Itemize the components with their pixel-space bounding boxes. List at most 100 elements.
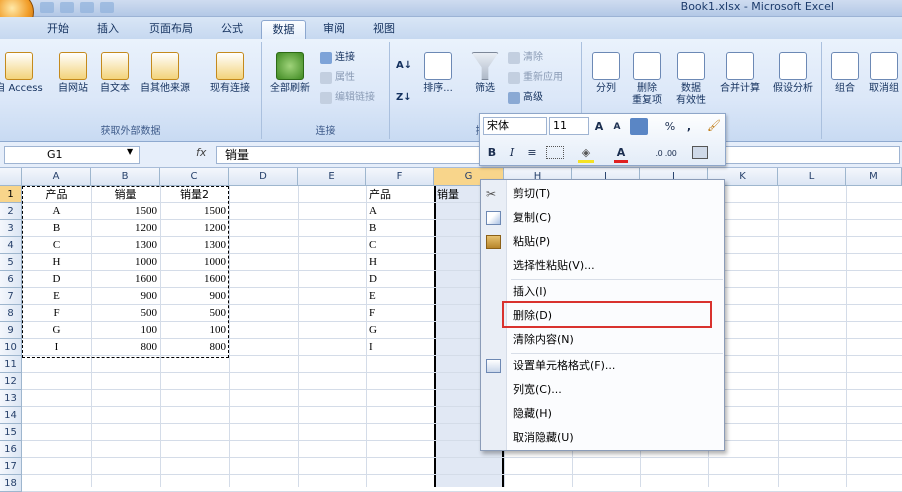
clear-filter-button[interactable]: 清除 bbox=[508, 50, 543, 66]
row-header[interactable]: 3 bbox=[0, 220, 22, 237]
advanced-button[interactable]: 高级 bbox=[508, 90, 543, 106]
tab-formulas[interactable]: 公式 bbox=[212, 20, 252, 39]
tab-review[interactable]: 审阅 bbox=[314, 20, 354, 39]
fill-color-icon[interactable]: ◈ bbox=[578, 144, 594, 161]
row-header[interactable]: 10 bbox=[0, 339, 22, 356]
row-header[interactable]: 8 bbox=[0, 305, 22, 322]
cell[interactable]: A bbox=[366, 203, 434, 220]
row-header[interactable]: 5 bbox=[0, 254, 22, 271]
row-header[interactable]: 15 bbox=[0, 424, 22, 441]
menu-paste-special[interactable]: 选择性粘贴(V)... bbox=[481, 254, 724, 278]
cell[interactable]: G bbox=[366, 322, 434, 339]
connections-button[interactable]: 连接 bbox=[320, 50, 355, 66]
row-header[interactable]: 6 bbox=[0, 271, 22, 288]
cell[interactable]: H bbox=[366, 254, 434, 271]
remove-duplicates-button[interactable]: 删除 重复项 bbox=[626, 52, 668, 107]
row-header[interactable]: 4 bbox=[0, 237, 22, 254]
comma-button[interactable]: , bbox=[684, 118, 694, 135]
cell[interactable]: B bbox=[366, 220, 434, 237]
font-size-select[interactable]: 11 bbox=[549, 117, 589, 135]
col-header-m[interactable]: M bbox=[846, 168, 902, 186]
worksheet-grid[interactable]: A B C D E F G H I J K L M 1 2 3 4 5 6 7 8 9 10 11 1… bbox=[0, 168, 902, 492]
col-header-l[interactable]: L bbox=[778, 168, 846, 186]
tab-view[interactable]: 视图 bbox=[364, 20, 404, 39]
format-painter-icon[interactable]: 🖌 bbox=[706, 117, 722, 134]
chevron-down-icon[interactable]: ▼ bbox=[127, 147, 133, 156]
properties-button[interactable]: 属性 bbox=[320, 70, 355, 86]
cell[interactable]: C bbox=[366, 237, 434, 254]
existing-connections-button[interactable]: 现有连接 bbox=[203, 52, 257, 95]
consolidate-button[interactable]: 合并计算 bbox=[714, 52, 766, 95]
row-header[interactable]: 11 bbox=[0, 356, 22, 373]
row-header[interactable]: 18 bbox=[0, 475, 22, 492]
menu-column-width[interactable]: 列宽(C)... bbox=[481, 378, 724, 402]
save-icon[interactable] bbox=[40, 2, 54, 13]
menu-format-cells[interactable]: 设置单元格格式(F)... bbox=[481, 354, 724, 378]
cell[interactable]: I bbox=[366, 339, 434, 356]
menu-cut[interactable]: ✂ 剪切(T) bbox=[481, 182, 724, 206]
select-all-corner[interactable] bbox=[0, 168, 22, 186]
font-color-button[interactable]: A bbox=[614, 144, 628, 161]
bold-button[interactable]: B bbox=[485, 144, 499, 161]
sort-button[interactable]: 排序... bbox=[418, 52, 458, 95]
cell[interactable]: F bbox=[366, 305, 434, 322]
filter-button[interactable]: 筛选 bbox=[464, 52, 506, 95]
col-header-e[interactable]: E bbox=[298, 168, 366, 186]
align-center-button[interactable]: ≡ bbox=[525, 144, 539, 161]
italic-button[interactable]: I bbox=[506, 144, 518, 161]
menu-clear-contents[interactable]: 清除内容(N) bbox=[481, 328, 724, 352]
row-header[interactable]: 17 bbox=[0, 458, 22, 475]
tab-data[interactable]: 数据 bbox=[261, 20, 306, 39]
row-header[interactable]: 9 bbox=[0, 322, 22, 339]
cell[interactable]: D bbox=[366, 271, 434, 288]
border-icon[interactable] bbox=[546, 146, 564, 159]
fx-icon[interactable]: fx bbox=[196, 146, 206, 159]
row-header[interactable]: 14 bbox=[0, 407, 22, 424]
cell[interactable]: E bbox=[366, 288, 434, 305]
col-header-f[interactable]: F bbox=[366, 168, 434, 186]
col-header-c[interactable]: C bbox=[160, 168, 229, 186]
row-header[interactable]: 2 bbox=[0, 203, 22, 220]
menu-copy[interactable]: 复制(C) bbox=[481, 206, 724, 230]
sort-desc-icon[interactable]: Z↓ bbox=[396, 90, 412, 106]
row-header[interactable]: 1 bbox=[0, 186, 22, 203]
col-header-a[interactable]: A bbox=[22, 168, 91, 186]
menu-unhide[interactable]: 取消隐藏(U) bbox=[481, 426, 724, 450]
tab-page-layout[interactable]: 页面布局 bbox=[140, 20, 202, 39]
grow-font-button[interactable]: A bbox=[592, 118, 606, 135]
row-header[interactable]: 13 bbox=[0, 390, 22, 407]
col-header-b[interactable]: B bbox=[91, 168, 160, 186]
menu-paste[interactable]: 粘贴(P) bbox=[481, 230, 724, 254]
tab-insert[interactable]: 插入 bbox=[88, 20, 128, 39]
sort-asc-icon[interactable]: A↓ bbox=[396, 58, 412, 74]
group-button[interactable]: 组合 bbox=[828, 52, 862, 95]
percent-button[interactable]: % bbox=[664, 118, 676, 135]
currency-icon[interactable] bbox=[630, 118, 648, 135]
from-text-button[interactable]: 自文本 bbox=[95, 52, 135, 95]
shrink-font-button[interactable]: A bbox=[610, 119, 624, 136]
col-header-d[interactable]: D bbox=[229, 168, 298, 186]
row-header[interactable]: 12 bbox=[0, 373, 22, 390]
refresh-all-button[interactable]: 全部刷新 bbox=[264, 52, 316, 95]
undo-icon[interactable] bbox=[60, 2, 74, 13]
cell[interactable]: 产品 bbox=[366, 186, 434, 203]
ungroup-button[interactable]: 取消组 bbox=[866, 52, 902, 95]
merge-icon[interactable] bbox=[692, 146, 708, 159]
redo-icon[interactable] bbox=[80, 2, 94, 13]
customize-icon[interactable] bbox=[100, 2, 114, 13]
data-validation-button[interactable]: 数据 有效性 bbox=[670, 52, 712, 107]
from-access-button[interactable]: 自 Access bbox=[0, 52, 46, 95]
decimal-buttons[interactable]: .0 .00 bbox=[644, 145, 688, 162]
what-if-button[interactable]: 假设分析 bbox=[766, 52, 820, 95]
row-header[interactable]: 7 bbox=[0, 288, 22, 305]
font-name-select[interactable]: 宋体 bbox=[483, 117, 547, 135]
from-web-button[interactable]: 自网站 bbox=[52, 52, 94, 95]
text-to-columns-button[interactable]: 分列 bbox=[586, 52, 626, 95]
reapply-button[interactable]: 重新应用 bbox=[508, 70, 563, 86]
from-other-sources-button[interactable]: 自其他来源 bbox=[134, 52, 196, 95]
name-box[interactable]: G1 bbox=[4, 146, 140, 164]
row-header[interactable]: 16 bbox=[0, 441, 22, 458]
edit-links-button[interactable]: 编辑链接 bbox=[320, 90, 375, 106]
menu-hide[interactable]: 隐藏(H) bbox=[481, 402, 724, 426]
tab-home[interactable]: 开始 bbox=[38, 20, 78, 39]
